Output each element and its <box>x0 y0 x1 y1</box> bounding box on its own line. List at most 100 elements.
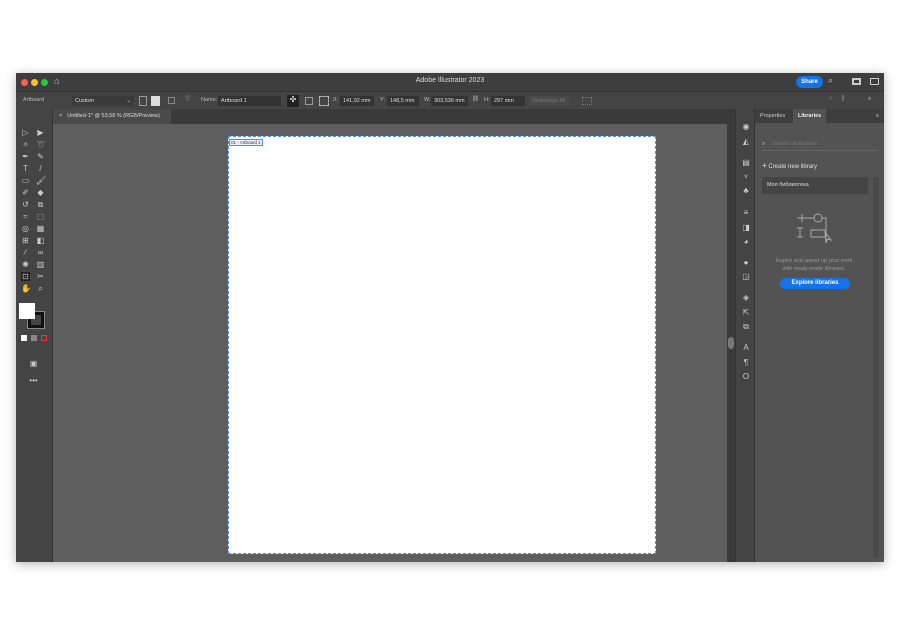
panel-menu-icon[interactable]: ≡ <box>871 109 884 123</box>
transparency-icon[interactable]: ◕ <box>741 237 751 246</box>
graphic-styles-icon[interactable]: ◲ <box>741 272 751 281</box>
w-label: W: <box>424 97 431 103</box>
artboards-icon[interactable]: ⧉ <box>741 322 751 331</box>
zoom-tool-icon[interactable]: ⌕ <box>36 284 45 293</box>
close-tab-icon[interactable]: × <box>59 113 62 119</box>
curvature-tool-icon[interactable]: ✎ <box>36 152 45 161</box>
gradient-tool-icon[interactable]: ◧ <box>36 236 45 245</box>
control-bar: Artboard Custom ⌄ 🗑 Name: Artboard 1 ✣ X:… <box>16 91 884 109</box>
search-libraries-input[interactable]: ⌕ Search all libraries <box>762 137 877 151</box>
chevron-down-icon: ⌄ <box>126 98 131 104</box>
selection-tool-icon[interactable]: ▷ <box>21 128 30 137</box>
vertical-scrollbar[interactable] <box>727 109 735 562</box>
line-tool-icon[interactable]: / <box>36 164 45 173</box>
document-tab[interactable]: × Untitled-1* @ 53,58 % (RGB/Preview) <box>53 109 171 124</box>
preset-dropdown[interactable]: Custom ⌄ <box>72 96 134 106</box>
libraries-description: Inspire and speed up your work with ready… <box>755 257 873 273</box>
panel-scrollbar[interactable] <box>873 177 879 557</box>
scale-tool-icon[interactable]: ⧉ <box>36 200 45 209</box>
layers-icon[interactable]: ◈ <box>741 293 751 302</box>
scroll-thumb[interactable] <box>728 337 734 349</box>
arrange-documents-icon[interactable] <box>870 78 879 85</box>
artboard-tool-icon[interactable]: ⊡ <box>21 272 30 281</box>
delete-icon[interactable]: 🗑 <box>184 96 191 102</box>
portrait-icon[interactable] <box>139 96 147 106</box>
stroke-icon[interactable]: ≡ <box>741 208 751 217</box>
mesh-tool-icon[interactable]: ⊞ <box>21 236 30 245</box>
appearance-icon[interactable]: ● <box>741 258 751 267</box>
align-icon[interactable]: ⁘ <box>828 96 833 102</box>
warp-tool-icon[interactable]: ≈ <box>21 212 30 221</box>
reference-point-icon[interactable] <box>319 96 329 106</box>
symbols-icon[interactable]: ♣ <box>741 186 751 195</box>
y-label: Y: <box>380 97 385 103</box>
color-panel-icon[interactable]: ◉ <box>741 122 751 131</box>
x-input[interactable]: 141,92 mm <box>340 96 374 106</box>
asset-export-icon[interactable]: ⇱ <box>741 308 751 317</box>
rectangle-tool-icon[interactable]: ▭ <box>21 176 30 185</box>
artboard-name-input[interactable]: Artboard 1 <box>218 96 281 106</box>
plus-icon: + <box>762 161 767 170</box>
artboard-options-icon[interactable] <box>305 97 313 105</box>
none-mode-icon[interactable] <box>41 335 47 341</box>
magic-wand-icon[interactable]: ✧ <box>21 140 30 149</box>
character-icon[interactable]: A <box>741 343 751 352</box>
explore-libraries-button[interactable]: Explore libraries <box>780 278 850 289</box>
lasso-icon[interactable]: ➰ <box>36 140 46 149</box>
opentype-icon[interactable]: O <box>741 372 751 381</box>
screen-mode-icon[interactable]: ▣ <box>29 359 38 368</box>
brushes-icon[interactable]: ♆ <box>741 172 751 181</box>
link-icon[interactable]: ⛓ <box>472 96 479 102</box>
more-tools-icon[interactable]: ••• <box>29 376 38 385</box>
color-guide-icon[interactable]: ◭ <box>741 137 751 146</box>
shaper-tool-icon[interactable]: ✐ <box>21 188 30 197</box>
landscape-icon[interactable] <box>151 96 160 106</box>
artboard[interactable]: 01 - Artboard 1 <box>228 136 656 554</box>
hand-tool-icon[interactable]: ✋ <box>21 284 31 293</box>
rearrange-all-button[interactable]: Rearrange All <box>529 96 569 106</box>
menu-icon[interactable]: ≡ <box>868 96 871 102</box>
paintbrush-icon[interactable]: 🖌 <box>36 176 46 185</box>
gradient-icon[interactable]: ◨ <box>741 223 751 232</box>
search-icon[interactable]: ⌕ <box>828 75 833 86</box>
symbol-sprayer-icon[interactable]: ✺ <box>21 260 30 269</box>
y-input[interactable]: 148,5 mm <box>387 96 419 106</box>
create-library-button[interactable]: + Create new library <box>762 161 817 170</box>
window-title: Adobe Illustrator 2023 <box>415 77 485 84</box>
rotate-tool-icon[interactable]: ↺ <box>21 200 30 209</box>
eraser-icon[interactable]: ◆ <box>36 188 45 197</box>
paragraph-icon[interactable]: ¶ <box>741 358 751 367</box>
workspace-icon[interactable] <box>852 78 861 85</box>
free-transform-icon[interactable]: ⬚ <box>36 212 45 221</box>
panel-icon-strip: ◉ ◭ ▤ ♆ ♣ ≡ ◨ ◕ ● ◲ ◈ ⇱ ⧉ A ¶ O <box>735 109 755 562</box>
shape-builder-icon[interactable]: ◎ <box>21 224 30 233</box>
libraries-panel: Properties Libraries ≡ ⌕ Search all libra… <box>755 109 884 562</box>
library-item[interactable]: Моя библиотека <box>762 177 868 194</box>
new-artboard-icon[interactable] <box>168 97 175 104</box>
fill-swatch[interactable] <box>19 303 35 319</box>
width-input[interactable]: 303,536 mm <box>431 96 468 106</box>
share-button[interactable]: Share <box>796 76 823 88</box>
move-copy-artwork-icon[interactable]: ✣ <box>287 95 299 107</box>
mode-label: Artboard <box>23 97 45 103</box>
tab-libraries[interactable]: Libraries <box>793 109 827 123</box>
height-input[interactable]: 297 mm <box>491 96 525 106</box>
illustrator-window: ⌂ Adobe Illustrator 2023 Share ⌕ Artboar… <box>16 73 884 562</box>
type-tool-icon[interactable]: T <box>21 164 30 173</box>
tab-properties[interactable]: Properties <box>755 109 790 123</box>
distribute-icon[interactable]: ⫿ <box>842 96 844 103</box>
swatches-icon[interactable]: ▤ <box>741 158 751 167</box>
grid-options-icon[interactable] <box>582 97 592 105</box>
eyedropper-icon[interactable]: ⁄ <box>21 248 30 257</box>
canvas[interactable]: 01 - Artboard 1 <box>53 124 727 562</box>
panel-tabs: Properties Libraries ≡ <box>755 109 884 123</box>
artboard-label: 01 - Artboard 1 <box>229 139 263 146</box>
column-graph-icon[interactable]: ▥ <box>36 260 45 269</box>
color-mode-icon[interactable] <box>21 335 27 341</box>
pen-tool-icon[interactable]: ✒ <box>21 152 30 161</box>
direct-selection-tool-icon[interactable]: ▶ <box>36 128 45 137</box>
perspective-grid-icon[interactable]: ▦ <box>36 224 45 233</box>
blend-tool-icon[interactable]: ∞ <box>36 248 45 257</box>
gradient-mode-icon[interactable] <box>31 335 37 341</box>
slice-tool-icon[interactable]: ✂ <box>36 272 45 281</box>
